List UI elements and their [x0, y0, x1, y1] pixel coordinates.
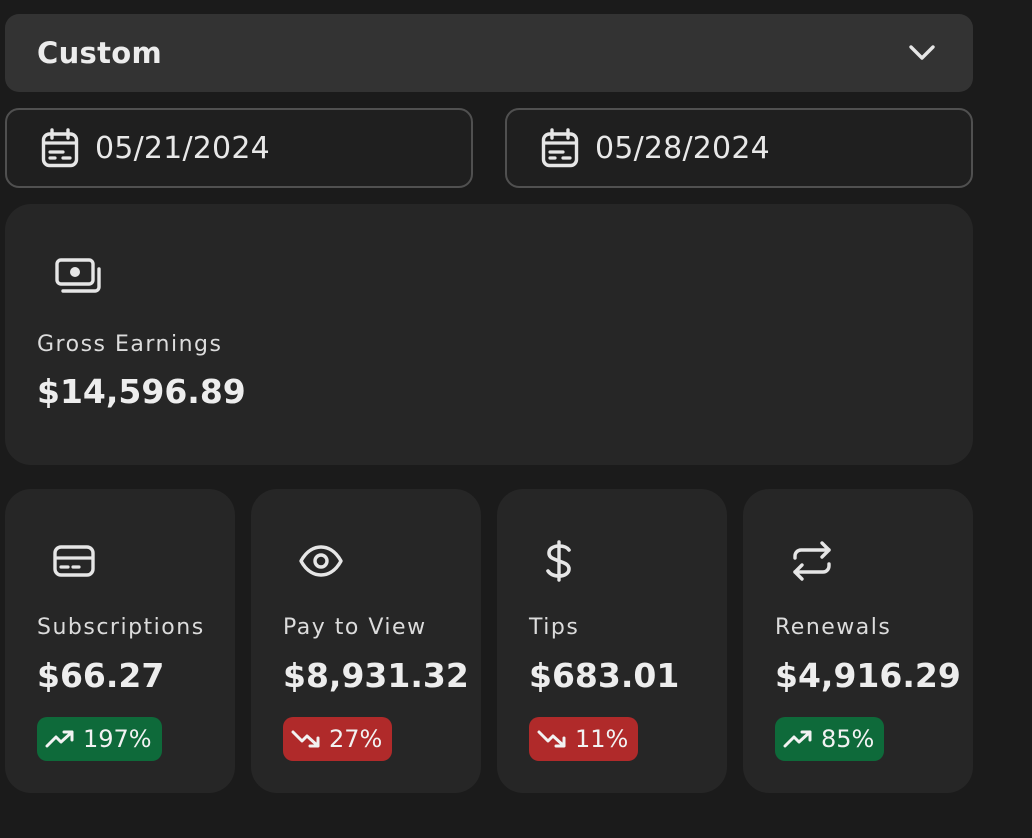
pay-to-view-card: Pay to View $8,931.32 27% [251, 489, 481, 793]
eye-icon [299, 539, 347, 583]
pay-to-view-value: $8,931.32 [283, 656, 469, 695]
end-date-field[interactable]: 05/28/2024 [505, 108, 973, 188]
trend-up-icon [45, 727, 75, 751]
tips-card: Tips $683.01 11% [497, 489, 727, 793]
renewals-title: Renewals [775, 615, 892, 640]
repeat-icon [791, 539, 839, 583]
calendar-icon [41, 127, 81, 169]
pay-to-view-change-badge: 27% [283, 717, 393, 761]
renewals-change: 85% [821, 725, 875, 753]
pay-to-view-change: 27% [329, 725, 383, 753]
chevron-down-icon [907, 38, 937, 68]
subscriptions-value: $66.27 [37, 656, 165, 695]
date-range-label: Custom [37, 36, 162, 70]
date-range-select[interactable]: Custom [5, 14, 973, 92]
calendar-icon [541, 127, 581, 169]
subscriptions-change-badge: 197% [37, 717, 162, 761]
dollar-icon [545, 539, 593, 583]
tips-title: Tips [529, 615, 580, 640]
trend-down-icon [537, 727, 567, 751]
subscriptions-card: Subscriptions $66.27 197% [5, 489, 235, 793]
tips-change-badge: 11% [529, 717, 639, 761]
trend-down-icon [291, 727, 321, 751]
subscriptions-title: Subscriptions [37, 615, 205, 640]
renewals-value: $4,916.29 [775, 656, 961, 695]
cash-icon [55, 258, 103, 302]
tips-value: $683.01 [529, 656, 680, 695]
tips-change: 11% [575, 725, 629, 753]
gross-earnings-card: Gross Earnings $14,596.89 [5, 204, 973, 465]
renewals-card: Renewals $4,916.29 85% [743, 489, 973, 793]
trend-up-icon [783, 727, 813, 751]
pay-to-view-title: Pay to View [283, 615, 427, 640]
start-date-field[interactable]: 05/21/2024 [5, 108, 473, 188]
end-date-value: 05/28/2024 [595, 130, 770, 166]
subscriptions-change: 197% [83, 725, 152, 753]
start-date-value: 05/21/2024 [95, 130, 270, 166]
renewals-change-badge: 85% [775, 717, 885, 761]
credit-card-icon [53, 539, 101, 583]
gross-earnings-value: $14,596.89 [37, 372, 246, 411]
gross-earnings-title: Gross Earnings [37, 332, 223, 357]
